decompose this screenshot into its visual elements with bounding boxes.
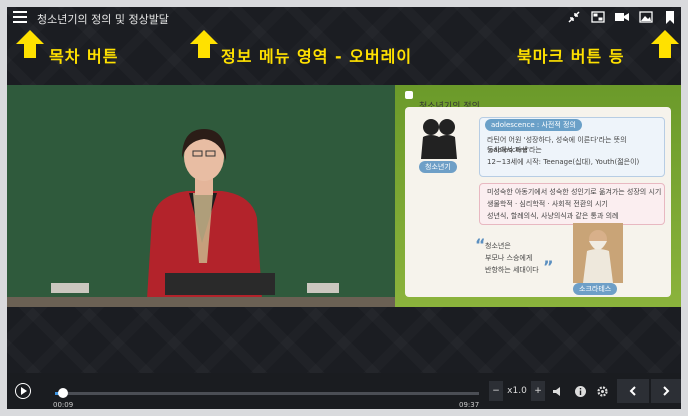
feature-line: 생물학적 · 심리학적 · 사회적 전환의 시기 [487, 200, 608, 208]
socrates-label: 소크라테스 [573, 283, 618, 295]
definition-line: 동사에서 파생 [487, 146, 528, 154]
info-menu-annotation: 정보 메뉴 영역 - 오버레이 [221, 47, 413, 66]
feature-line: 미성숙한 아동기에서 성숙한 성인기로 옮겨가는 성장의 시기 [487, 188, 662, 196]
feature-line: 성년식, 할례의식, 사냥의식과 같은 통과 의례 [487, 212, 619, 220]
quote-line: 반항하는 세대이다 [485, 266, 539, 274]
toc-button-annotation: 목차 버튼 [49, 47, 119, 66]
arrow-up-icon [190, 30, 218, 58]
top-bar: 청소년기의 정의 및 정상발달 [7, 7, 681, 29]
settings-button[interactable] [595, 381, 609, 401]
play-button[interactable] [15, 383, 31, 399]
progress-knob[interactable] [58, 388, 69, 398]
quote-close-icon: ” [543, 257, 554, 276]
camera-icon[interactable] [615, 10, 629, 24]
video-player: 청소년기의 정의 및 정상발달 목차 버튼 정보 메뉴 영역 - 오버레이 북마… [7, 7, 681, 409]
volume-button[interactable] [551, 381, 565, 401]
current-time: 00:09 [53, 401, 74, 409]
previous-button[interactable] [617, 379, 649, 403]
menu-icon[interactable] [13, 11, 27, 23]
top-icons [567, 10, 677, 24]
quote-line: 부모나 스승에게 [485, 254, 533, 262]
bookmark-button-annotation: 북마크 버튼 등 [517, 47, 625, 66]
frame: 청소년기의 정의 및 정상발달 목차 버튼 정보 메뉴 영역 - 오버레이 북마… [0, 0, 688, 416]
gear-icon [596, 385, 608, 397]
total-time: 09:37 [459, 401, 480, 409]
definition-line: 12~13세에 시작: Teenage(십대), Youth(젊은이) [487, 158, 640, 166]
eraser [307, 283, 339, 293]
next-button[interactable] [651, 379, 681, 403]
box-label: 청소년기 [419, 161, 457, 173]
bookmark-icon[interactable] [663, 10, 677, 24]
teens-silhouette-icon [421, 119, 457, 159]
progress-bar[interactable] [55, 388, 479, 398]
arrow-up-icon [651, 30, 679, 58]
presenter-image [147, 129, 275, 299]
info-icon [574, 385, 586, 397]
speed-up-button[interactable]: + [531, 381, 545, 401]
slide-bullet-icon [405, 91, 413, 99]
play-icon [20, 387, 27, 395]
chevron-right-icon [663, 386, 670, 396]
video-frame[interactable]: 청소년기의 정의 청소년기 adolescence : 사전적 정의 라틴어 어… [7, 85, 681, 307]
eraser [51, 283, 89, 293]
quote-open-icon: “ [475, 235, 486, 254]
slide-content: 청소년기 adolescence : 사전적 정의 라틴어 어원 '성장하다, … [405, 107, 671, 297]
lecture-slide: 청소년기의 정의 청소년기 adolescence : 사전적 정의 라틴어 어… [395, 85, 681, 307]
layout-icon[interactable] [591, 10, 605, 24]
chalkboard [7, 85, 395, 307]
image-icon[interactable] [639, 10, 653, 24]
speed-value: x1.0 [507, 386, 527, 396]
collapse-icon[interactable] [567, 10, 581, 24]
board-ledge [7, 297, 395, 307]
arrow-up-icon [16, 30, 44, 58]
chevron-left-icon [629, 386, 636, 396]
info-button[interactable] [573, 381, 587, 401]
volume-icon [553, 386, 560, 396]
lecture-title: 청소년기의 정의 및 정상발달 [37, 13, 169, 26]
player-controls: 00:09 09:37 − x1.0 + [7, 373, 681, 409]
quote-line: 청소년은 [485, 242, 511, 250]
socrates-image [573, 223, 623, 283]
speed-down-button[interactable]: − [489, 381, 503, 401]
definition-tag: adolescence : 사전적 정의 [485, 119, 582, 131]
